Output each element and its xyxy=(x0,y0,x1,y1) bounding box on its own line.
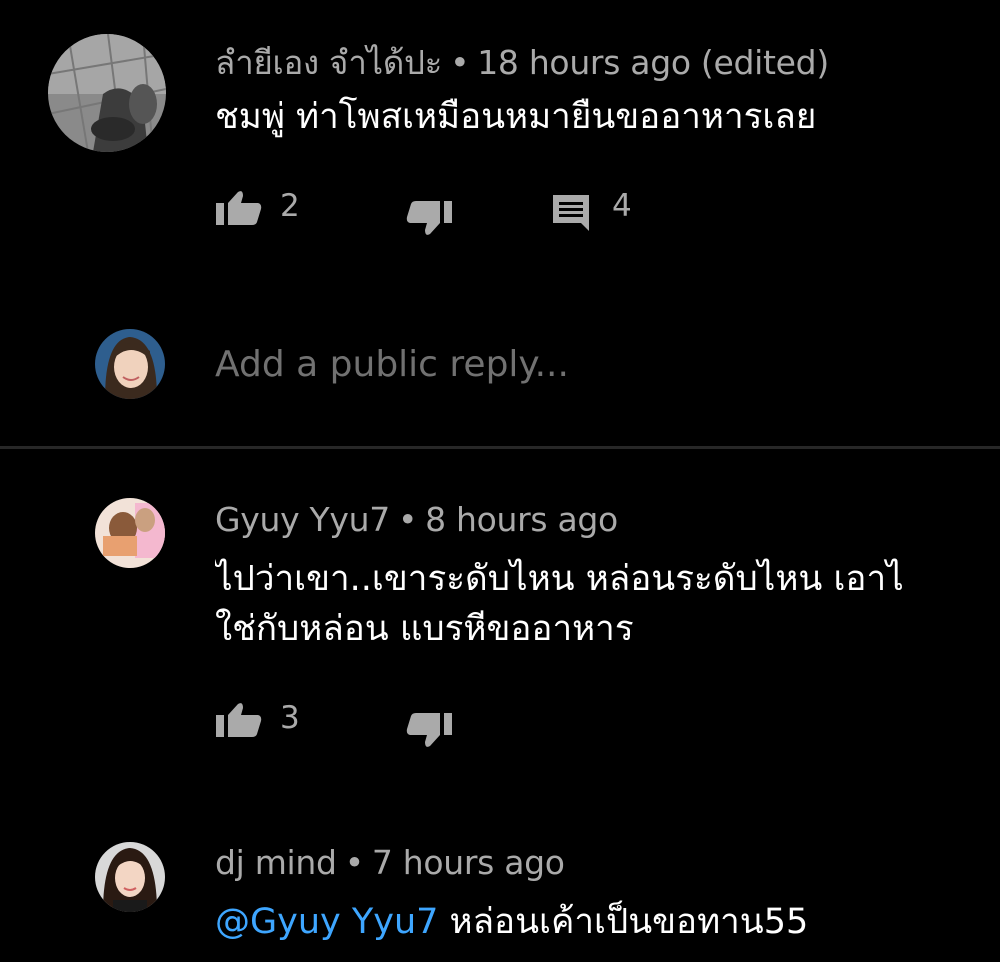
comment1-reply-count: 4 xyxy=(612,188,632,224)
meta-separator: • xyxy=(397,500,418,539)
meta-separator: • xyxy=(344,843,364,882)
comment1-time: 18 hours ago (edited) xyxy=(477,43,829,82)
comment2-meta: Gyuy Yyu7 • 8 hours ago xyxy=(215,500,618,539)
comment1-author[interactable]: ลำยีเอง จำได้ปะ xyxy=(215,43,442,82)
avatar-comment2[interactable] xyxy=(95,498,165,568)
meta-separator: • xyxy=(450,43,470,82)
avatar-current-user xyxy=(95,329,165,399)
comment3-meta: dj mind • 7 hours ago xyxy=(215,843,565,882)
comment1-like-count: 2 xyxy=(280,188,300,224)
avatar-comment3[interactable] xyxy=(95,842,165,912)
comment1-meta: ลำยีเอง จำได้ปะ • 18 hours ago (edited) xyxy=(215,36,829,89)
thumbs-down-icon[interactable] xyxy=(406,200,452,236)
comment2-like-count: 3 xyxy=(280,700,300,736)
comment3-text: @Gyuy Yyu7 หล่อนเค้าเป็นขอทาน55 xyxy=(215,899,808,945)
comment2-author[interactable]: Gyuy Yyu7 xyxy=(215,500,390,539)
reply-input[interactable]: Add a public reply... xyxy=(215,344,569,385)
comment2-text-line2: ใช่กับหล่อน แบรหีขออาหาร xyxy=(215,609,634,649)
avatar-comment1[interactable] xyxy=(48,34,166,152)
section-divider xyxy=(0,446,1000,449)
thumbs-down-icon[interactable] xyxy=(406,712,452,748)
comment-icon[interactable] xyxy=(551,193,591,233)
comment2-time: 8 hours ago xyxy=(425,500,618,539)
comments-page: ลำยีเอง จำได้ปะ • 18 hours ago (edited) ชม… xyxy=(0,0,1000,962)
comment3-time: 7 hours ago xyxy=(371,843,565,882)
comment3-author[interactable]: dj mind xyxy=(215,843,337,882)
comment3-text-body: หล่อนเค้าเป็นขอทาน55 xyxy=(438,902,809,942)
comment2-text-line1: ไปว่าเขา..เขาระดับไหน หล่อนระดับไหน เอาไ xyxy=(215,559,904,599)
thumbs-up-icon[interactable] xyxy=(216,190,262,226)
thumbs-up-icon[interactable] xyxy=(216,702,262,738)
comment1-text: ชมพู่ ท่าโพสเหมือนหมายืนขออาหารเลย xyxy=(215,97,817,137)
mention-link[interactable]: @Gyuy Yyu7 xyxy=(215,902,438,942)
